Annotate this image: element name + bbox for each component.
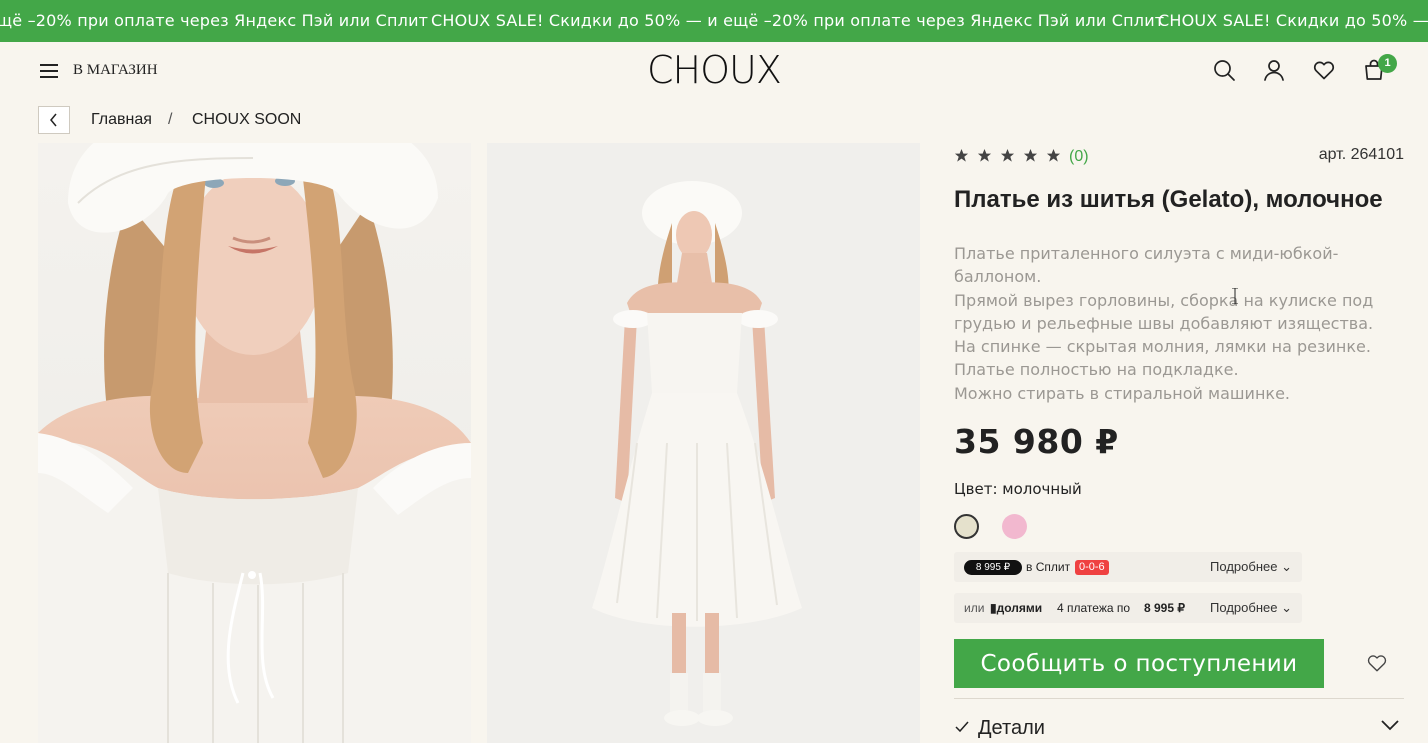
description-line: Платье приталенного силуэта с миди-юбкой… — [954, 244, 1339, 263]
search-icon[interactable] — [1212, 58, 1236, 82]
product-photo-full[interactable] — [487, 143, 920, 743]
dolyami-brand: ▮долями — [990, 601, 1043, 615]
text-cursor-icon — [1232, 288, 1238, 304]
breadcrumb-current: CHOUX SOON — [192, 111, 302, 128]
star-icon — [1023, 148, 1038, 162]
check-icon — [955, 721, 969, 733]
color-swatch-pink[interactable] — [1002, 514, 1027, 539]
description-line: На спинке — скрытая молния, лямки на рез… — [954, 337, 1371, 357]
split-amount-pill: 8 995 ₽ — [964, 560, 1022, 575]
split-more-button[interactable]: Подробнее ⌄ — [1210, 559, 1292, 575]
description-line: грудью и рельефные швы добавляют изящест… — [954, 313, 1374, 333]
split-payment-row[interactable]: 8 995 ₽ в Сплит 0-0-6 Подробнее ⌄ — [954, 552, 1302, 582]
description-line: Платье полностью на подкладке. — [954, 360, 1239, 380]
product-price: 35 980 ₽ — [954, 422, 1119, 461]
dolyami-more-button[interactable]: Подробнее ⌄ — [1210, 600, 1292, 616]
product-image — [487, 143, 920, 743]
shop-link[interactable]: В МАГАЗИН — [73, 62, 158, 79]
logo[interactable]: CHOUX — [647, 48, 782, 92]
more-label: Подробнее — [1210, 600, 1278, 615]
star-icon — [1046, 148, 1061, 162]
chevron-down-icon: ⌄ — [1281, 600, 1292, 615]
heart-icon[interactable] — [1312, 58, 1336, 82]
product-sku: арт. 264101 — [1318, 146, 1404, 163]
rating-count[interactable]: (0) — [1069, 148, 1089, 166]
product-description: Платье приталенного силуэта с миди-юбкой… — [954, 242, 1404, 405]
dolyami-text: 4 платежа по — [1057, 601, 1131, 615]
promo-text: щё –20% при оплате через Яндекс Пэй или … — [0, 11, 429, 30]
details-section-label[interactable]: Детали — [978, 717, 1045, 740]
product-title: Платье из шитья (Gelato), молочное — [954, 186, 1383, 213]
split-label: в Сплит — [1026, 560, 1071, 574]
dolyami-icon: ▮ — [990, 601, 997, 615]
color-label: Цвет: молочный — [954, 480, 1082, 498]
promo-text: CHOUX SALE! Скидки до 50% — и ещё –20% п… — [431, 11, 1165, 30]
more-label: Подробнее — [1210, 559, 1278, 574]
product-image — [38, 143, 471, 743]
product-photo-closeup[interactable] — [38, 143, 471, 743]
breadcrumb-home[interactable]: Главная — [91, 111, 152, 129]
site-header: В МАГАЗИН CHOUX 1 — [0, 42, 1428, 100]
breadcrumb-separator: / — [168, 111, 173, 128]
color-swatch-milky[interactable] — [954, 514, 979, 539]
description-line: Можно стирать в стиральной машинке. — [954, 383, 1291, 403]
dolyami-prefix: или — [964, 601, 985, 615]
dolyami-amount: 8 995 ₽ — [1144, 601, 1185, 615]
star-icon — [1000, 148, 1015, 162]
menu-icon[interactable] — [40, 64, 58, 78]
description-line: Прямой вырез горловины, сборка на кулиск… — [954, 290, 1374, 310]
wishlist-heart-icon[interactable] — [1366, 652, 1388, 674]
split-badge: 0-0-6 — [1075, 560, 1109, 575]
promo-text: CHOUX SALE! Скидки до 50% — — [1158, 11, 1428, 30]
back-button[interactable] — [38, 106, 70, 134]
cart-count-badge: 1 — [1378, 54, 1397, 73]
chevron-down-icon[interactable] — [1380, 718, 1400, 732]
divider — [954, 698, 1404, 699]
star-icon — [954, 148, 969, 162]
star-icon — [977, 148, 992, 162]
notify-availability-button[interactable]: Сообщить о поступлении — [954, 639, 1324, 688]
account-icon[interactable] — [1262, 58, 1286, 82]
chevron-left-icon — [50, 113, 57, 127]
chevron-down-icon: ⌄ — [1281, 559, 1292, 574]
dolyami-payment-row[interactable]: или ▮долями 4 платежа по 8 995 ₽ Подробн… — [954, 593, 1302, 623]
description-line: баллоном. — [954, 267, 1042, 287]
promo-banner[interactable]: щё –20% при оплате через Яндекс Пэй или … — [0, 0, 1428, 42]
